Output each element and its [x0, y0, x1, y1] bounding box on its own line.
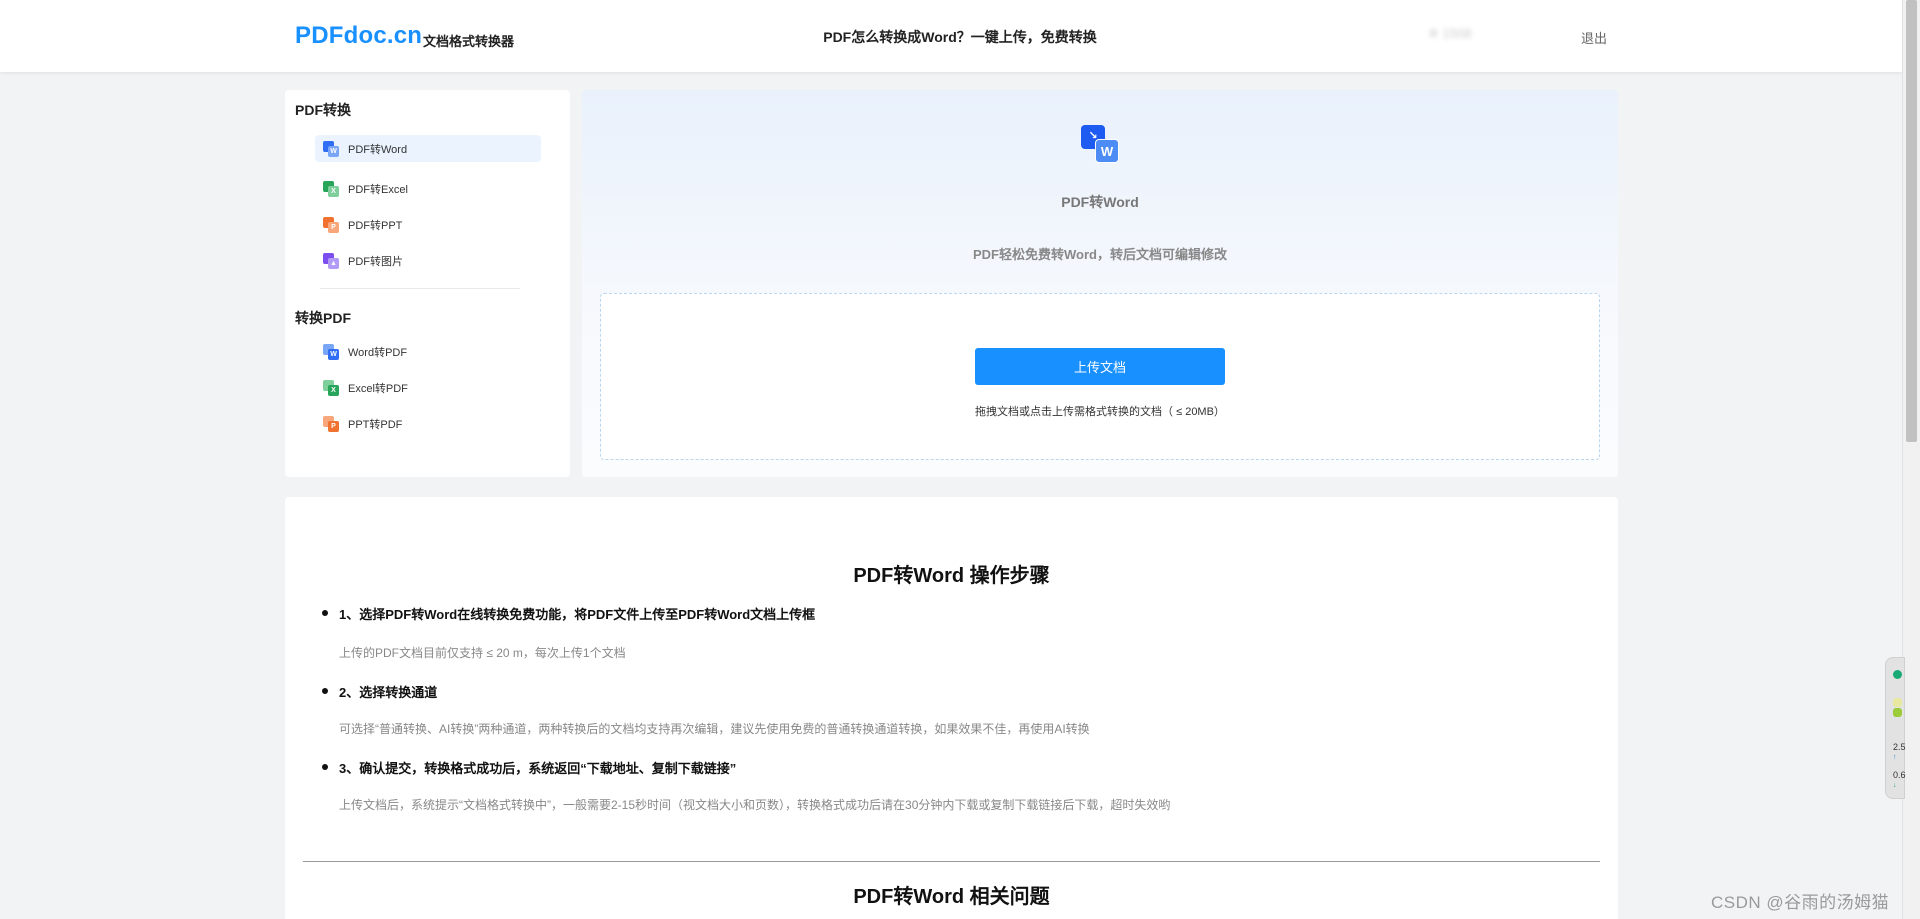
bullet	[322, 610, 328, 616]
sidebar-item-pdf-to-excel[interactable]: X PDF转Excel	[315, 175, 541, 202]
step-text-2: 可选择“普通转换、AI转换”两种通道，两种转换后的文档均支持再次编辑，建议先使用…	[339, 722, 1090, 736]
top-header: PDFdoc.cn 文档格式转换器 PDF怎么转换成Word？一键上传，免费转换…	[0, 0, 1902, 72]
excel-icon: X	[323, 180, 339, 197]
logout-link[interactable]: 退出	[1581, 28, 1607, 47]
sidebar-item-pdf-to-ppt[interactable]: P PDF转PPT	[315, 211, 541, 238]
sidebar-group-to-pdf-title: 转换PDF	[295, 310, 351, 326]
metric-upload: 2.5	[1893, 742, 1906, 752]
step-text-1: 上传的PDF文档目前仅支持 ≤ 20 m，每次上传1个文档	[339, 646, 626, 660]
faq-title: PDF转Word 相关问题	[853, 886, 1050, 908]
sidebar-item-label: PDF转图片	[348, 255, 403, 268]
sidebar-item-ppt-to-pdf[interactable]: P PPT转PDF	[315, 410, 541, 437]
sidebar-item-label: Excel转PDF	[348, 382, 408, 395]
scrollbar-thumb[interactable]	[1906, 0, 1917, 442]
step-heading-1: 1、选择PDF转Word在线转换免费功能，将PDF文件上传至PDF转Word文档…	[322, 604, 815, 623]
word-to-pdf-icon: W	[323, 343, 339, 360]
ppt-icon: P	[323, 216, 339, 233]
panel-title: PDF转Word	[1061, 194, 1139, 210]
floating-monitor-widget[interactable]: 2.5 ↑ 0.6 ↓	[1885, 657, 1906, 799]
status-dot-icon	[1893, 670, 1902, 679]
step-heading-2: 2、选择转换通道	[322, 682, 437, 701]
pdf-to-word-icon: ↘ W	[1081, 125, 1119, 163]
word-icon: W	[323, 140, 339, 157]
sidebar-item-label: Word转PDF	[348, 346, 408, 359]
bullet	[322, 764, 328, 770]
sidebar-item-label: PDF转Word	[348, 143, 408, 156]
csdn-watermark: CSDN @谷雨的汤姆猫	[1711, 893, 1890, 912]
user-account[interactable]: ※ 1508	[1428, 26, 1471, 42]
upload-arrow-icon: ↑	[1893, 754, 1897, 761]
steps-title: PDF转Word 操作步骤	[853, 565, 1050, 587]
excel-to-pdf-icon: X	[323, 379, 339, 396]
sidebar-item-word-to-pdf[interactable]: W Word转PDF	[315, 338, 541, 365]
sidebar-item-pdf-to-word[interactable]: W PDF转Word	[315, 135, 541, 162]
section-divider	[303, 861, 1600, 862]
ppt-to-pdf-icon: P	[323, 415, 339, 432]
sidebar-divider	[320, 288, 520, 289]
steps-section: PDF转Word 操作步骤 1、选择PDF转Word在线转换免费功能，将PDF文…	[285, 497, 1618, 919]
upload-button[interactable]: 上传文档	[975, 348, 1225, 385]
upload-panel: ↘ W PDF转Word PDF轻松免费转Word，转后文档可编辑修改 上传文档…	[582, 90, 1618, 477]
bullet	[322, 688, 328, 694]
sidebar-item-excel-to-pdf[interactable]: X Excel转PDF	[315, 374, 541, 401]
step-text-3: 上传文档后，系统提示“文档格式转换中”，一般需要2-15秒时间（视文档大小和页数…	[339, 798, 1171, 812]
level-bar-icon	[1893, 698, 1902, 707]
download-arrow-icon: ↓	[1893, 782, 1897, 789]
sidebar-item-pdf-to-image[interactable]: ▲ PDF转图片	[315, 247, 541, 274]
upload-hint: 拖拽文档或点击上传需格式转换的文档（ ≤ 20MB）	[975, 406, 1225, 418]
sidebar-group-pdf-convert-title: PDF转换	[295, 102, 351, 118]
level-bar-icon	[1893, 708, 1902, 717]
sidebar-item-label: PPT转PDF	[348, 418, 403, 431]
sidebar-item-label: PDF转PPT	[348, 219, 403, 232]
step-heading-3: 3、确认提交，转换格式成功后，系统返回“下载地址、复制下载链接”	[322, 758, 736, 777]
upload-dropzone[interactable]: 上传文档 拖拽文档或点击上传需格式转换的文档（ ≤ 20MB）	[600, 293, 1600, 460]
metric-download: 0.6	[1893, 770, 1906, 780]
sidebar: PDF转换 W PDF转Word X PDF转Excel P PDF转PPT ▲…	[285, 90, 570, 477]
header-tagline: PDF怎么转换成Word？一键上传，免费转换	[823, 29, 1097, 45]
panel-description: PDF轻松免费转Word，转后文档可编辑修改	[973, 247, 1227, 262]
sidebar-item-label: PDF转Excel	[348, 183, 408, 196]
image-icon: ▲	[323, 252, 339, 269]
